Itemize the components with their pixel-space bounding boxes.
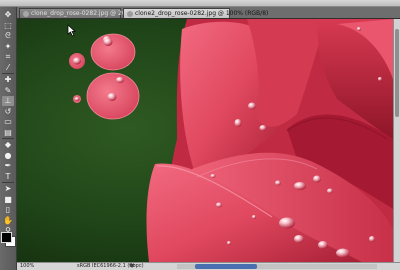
horizontal-scrollbar[interactable] xyxy=(177,264,377,269)
blur-tool-icon[interactable]: ◆ xyxy=(2,140,14,150)
document-tab-bar: clone_drop_rose-0282.jpg @ 200% (RGB/8) … xyxy=(17,7,400,19)
tools-panel: ✥ ⬚ ᘓ ✦ ⌗ ⁄ ✚ ✎ ⊥ ↺ ▭ ▤ ◆ ● ✒ T ➤ ■ ▯ ✋ ⚲ xyxy=(0,7,17,270)
eyedropper-tool-icon[interactable]: ⁄ xyxy=(2,63,14,73)
marquee-tool-icon[interactable]: ⬚ xyxy=(2,21,14,31)
menu-bar-strip xyxy=(0,0,400,7)
horizontal-scroll-thumb[interactable] xyxy=(195,264,257,269)
document-canvas[interactable] xyxy=(17,19,393,262)
close-tab-icon[interactable] xyxy=(127,10,133,17)
zoom-level-field[interactable]: 100% xyxy=(20,263,40,270)
path-selection-tool-icon[interactable]: ➤ xyxy=(2,184,14,194)
eraser-tool-icon[interactable]: ▭ xyxy=(2,117,14,127)
document-tab-clone2[interactable]: clone2_drop_rose-0282.jpg @ 100% (RGB/8) xyxy=(123,8,268,18)
history-brush-tool-icon[interactable]: ↺ xyxy=(2,107,14,117)
hand-tool-icon[interactable]: ✋ xyxy=(2,216,14,226)
clone-stamp-tool-icon[interactable]: ⊥ xyxy=(2,96,14,106)
document-tab-clone[interactable]: clone_drop_rose-0282.jpg @ 200% (RGB/8) xyxy=(19,8,161,18)
close-tab-icon[interactable] xyxy=(23,10,29,17)
info-menu-arrow-icon[interactable] xyxy=(129,264,135,268)
rose-photo xyxy=(17,19,393,262)
type-tool-icon[interactable]: T xyxy=(2,172,14,182)
vertical-scrollbar[interactable] xyxy=(393,19,400,262)
tools-separator xyxy=(2,138,14,139)
foreground-color-swatch[interactable] xyxy=(1,232,12,243)
notes-tool-icon[interactable]: ▯ xyxy=(2,205,14,215)
document-tab-label: clone2_drop_rose-0282.jpg @ 100% (RGB/8) xyxy=(135,10,269,17)
dodge-tool-icon[interactable]: ● xyxy=(2,151,14,161)
healing-brush-tool-icon[interactable]: ✚ xyxy=(2,75,14,85)
lasso-tool-icon[interactable]: ᘓ xyxy=(2,31,14,41)
shape-tool-icon[interactable]: ■ xyxy=(2,195,14,205)
crop-tool-icon[interactable]: ⌗ xyxy=(2,52,14,62)
brush-tool-icon[interactable]: ✎ xyxy=(2,86,14,96)
pen-tool-icon[interactable]: ✒ xyxy=(2,161,14,171)
tools-separator xyxy=(2,73,14,74)
gradient-tool-icon[interactable]: ▤ xyxy=(2,128,14,138)
magic-wand-tool-icon[interactable]: ✦ xyxy=(2,42,14,52)
status-bar: 100% sRGB IEC61966-2.1 (8bpc) xyxy=(17,262,400,270)
vertical-scroll-thumb[interactable] xyxy=(395,29,399,117)
move-tool-icon[interactable]: ✥ xyxy=(2,10,14,20)
tools-separator xyxy=(2,182,14,183)
